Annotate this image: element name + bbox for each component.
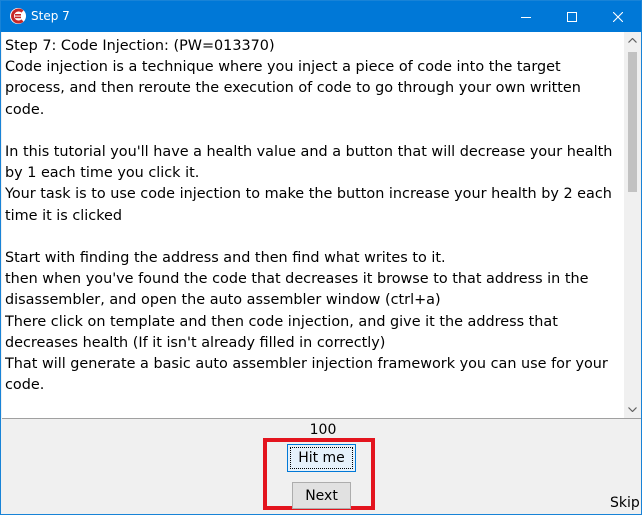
maximize-icon <box>567 11 577 22</box>
scrollbar-thumb[interactable] <box>628 52 637 192</box>
minimize-button[interactable] <box>503 1 549 32</box>
tutorial-window: Step 7 Step 7: Code Injection: (PW=01337… <box>0 0 642 515</box>
minimize-icon <box>521 16 531 18</box>
cheat-engine-icon <box>9 7 27 25</box>
close-button[interactable] <box>595 1 641 32</box>
chevron-up-icon <box>628 38 637 43</box>
vertical-scrollbar[interactable] <box>624 32 641 418</box>
health-value: 100 <box>309 422 337 438</box>
instructions-memo[interactable]: Step 7: Code Injection: (PW=013370) Code… <box>2 32 641 419</box>
scroll-up-arrow[interactable] <box>624 32 641 49</box>
hit-me-button[interactable]: Hit me <box>287 444 356 472</box>
chevron-down-icon <box>628 407 637 412</box>
close-icon <box>613 11 623 22</box>
instructions-text: Step 7: Code Injection: (PW=013370) Code… <box>5 38 613 394</box>
next-button[interactable]: Next <box>292 482 351 509</box>
skip-link[interactable]: Skip <box>610 495 640 511</box>
maximize-button[interactable] <box>549 1 595 32</box>
scroll-down-arrow[interactable] <box>624 401 641 418</box>
window-title: Step 7 <box>31 9 70 23</box>
title-bar[interactable]: Step 7 <box>1 1 641 32</box>
